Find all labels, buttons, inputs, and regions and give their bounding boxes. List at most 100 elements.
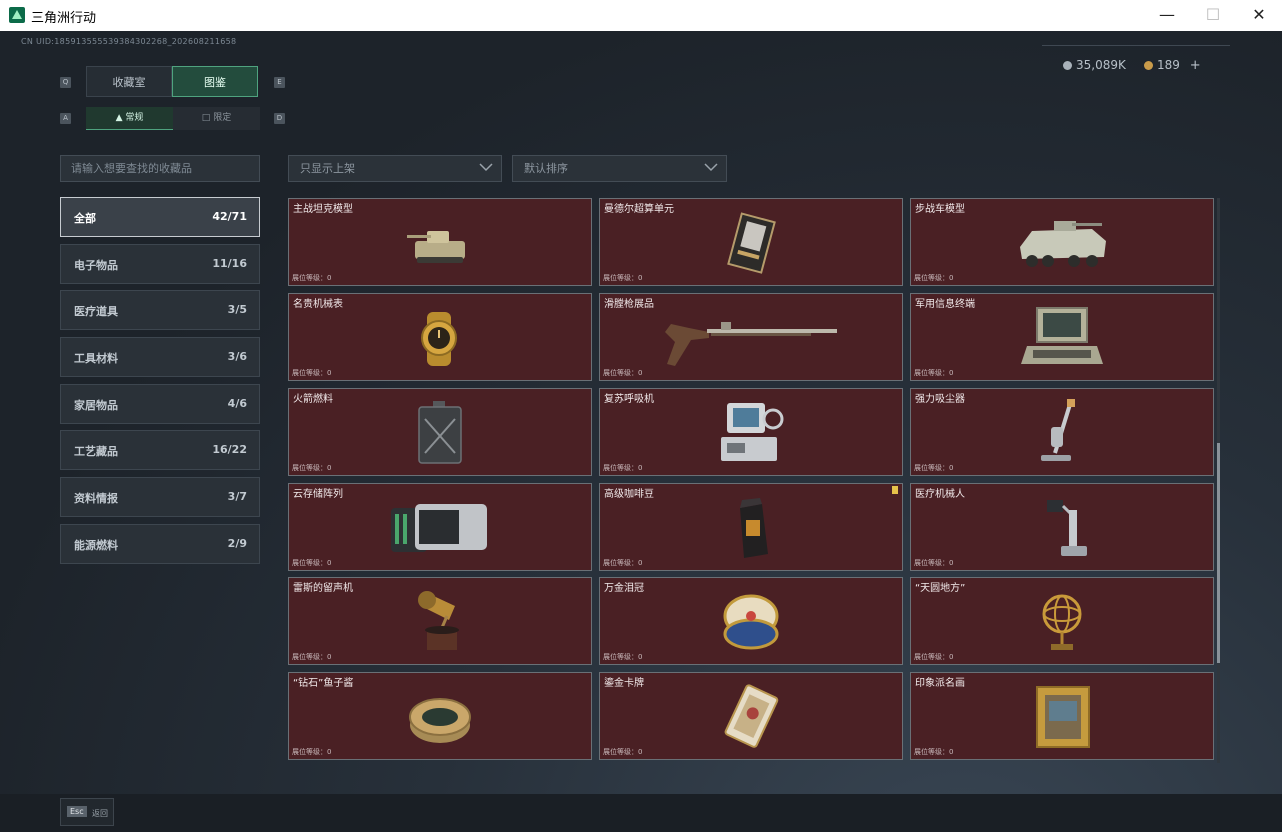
booth-level: 展位等级：0 [603, 464, 643, 472]
booth-level: 展位等级：0 [292, 559, 332, 567]
fuel-canister-icon [418, 401, 462, 464]
vacuum-cleaner-icon [1041, 399, 1075, 461]
category-name: 全部 [74, 212, 96, 225]
booth-level: 展位等级：0 [914, 274, 954, 282]
item-card[interactable]: 名贵机械表 展位等级：0 [288, 293, 592, 381]
item-card[interactable]: 云存储阵列 展位等级：0 [288, 483, 592, 571]
item-name: 曼德尔超算单元 [604, 204, 674, 215]
item-card[interactable]: 印象派名画 展位等级：0 [910, 672, 1214, 760]
category-count: 16/22 [212, 443, 247, 456]
sort-value: 默认排序 [524, 162, 568, 175]
back-label: 返回 [92, 809, 108, 818]
tab-codex[interactable]: 图鉴 [172, 66, 258, 97]
category-count: 2/9 [227, 537, 247, 550]
framed-painting-icon [1036, 686, 1090, 748]
key-hint-q: Q [60, 77, 71, 88]
chevron-down-icon [479, 163, 493, 172]
item-card[interactable]: 高级咖啡豆 展位等级：0 [599, 483, 903, 571]
item-name: 鎏金卡牌 [604, 678, 644, 689]
category-electronics[interactable]: 电子物品 11/16 [60, 244, 260, 284]
booth-level: 展位等级：0 [292, 748, 332, 756]
gold-watch-icon [421, 312, 457, 366]
category-name: 医疗道具 [74, 305, 118, 318]
category-count: 3/6 [227, 350, 247, 363]
item-name: 雷斯的留声机 [293, 583, 353, 594]
item-card[interactable]: 万金泪冠 展位等级：0 [599, 577, 903, 665]
item-card[interactable]: 曼德尔超算单元 展位等级：0 [599, 198, 903, 286]
key-hint-e: E [274, 77, 285, 88]
window-title: 三角洲行动 [31, 11, 97, 26]
item-name: 万金泪冠 [604, 583, 644, 594]
category-count: 4/6 [227, 397, 247, 410]
item-card[interactable]: 滑膛枪展品 展位等级：0 [599, 293, 903, 381]
item-card[interactable]: 军用信息终端 展位等级：0 [910, 293, 1214, 381]
item-card[interactable]: 雷斯的留声机 展位等级：0 [288, 577, 592, 665]
subtab-regular[interactable]: ▲ 常规 [86, 107, 173, 130]
tab-collection-room[interactable]: 收藏室 [86, 66, 172, 97]
category-count: 11/16 [212, 257, 247, 270]
category-count: 3/7 [227, 490, 247, 503]
add-currency-button[interactable]: + [1190, 58, 1201, 73]
item-card[interactable]: 火箭燃料 展位等级：0 [288, 388, 592, 476]
item-name: 名贵机械表 [293, 299, 343, 310]
category-tools[interactable]: 工具材料 3/6 [60, 337, 260, 377]
category-intel[interactable]: 资料情报 3/7 [60, 477, 260, 517]
category-name: 资料情报 [74, 492, 118, 505]
minimize-button[interactable]: — [1144, 0, 1190, 31]
item-card[interactable]: “天圆地方” 展位等级：0 [910, 577, 1214, 665]
gold-coin-icon [1144, 61, 1153, 70]
booth-level: 展位等级：0 [603, 559, 643, 567]
category-energy[interactable]: 能源燃料 2/9 [60, 524, 260, 564]
item-card[interactable]: 鎏金卡牌 展位等级：0 [599, 672, 903, 760]
booth-level: 展位等级：0 [603, 653, 643, 661]
item-card[interactable]: 主战坦克模型 展位等级：0 [288, 198, 592, 286]
booth-level: 展位等级：0 [914, 653, 954, 661]
booth-level: 展位等级：0 [292, 274, 332, 282]
coffee-bag-icon [740, 498, 768, 558]
item-name: “钻石”鱼子酱 [293, 678, 354, 689]
item-card[interactable]: 强力吸尘器 展位等级：0 [910, 388, 1214, 476]
booth-level: 展位等级：0 [292, 464, 332, 472]
gramophone-icon [418, 591, 459, 650]
uid-label: CN UID:18591355553938430226​8_2026082116… [21, 37, 237, 46]
scrollbar-thumb[interactable] [1217, 443, 1220, 663]
silver-coin-icon [1063, 61, 1072, 70]
item-card[interactable]: 医疗机械人 展位等级：0 [910, 483, 1214, 571]
subtab-limited-label: 限定 [213, 113, 232, 123]
armillary-sphere-icon [1042, 594, 1082, 650]
item-name: 火箭燃料 [293, 394, 333, 405]
key-hint-d: D [274, 113, 285, 124]
category-household[interactable]: 家居物品 4/6 [60, 384, 260, 424]
item-card[interactable]: “钻石”鱼子酱 展位等级：0 [288, 672, 592, 760]
category-name: 家居物品 [74, 399, 118, 412]
item-name: 云存储阵列 [293, 489, 343, 500]
item-name: “天圆地方” [915, 583, 966, 594]
booth-level: 展位等级：0 [603, 748, 643, 756]
app-logo-icon [9, 7, 25, 23]
category-medical[interactable]: 医疗道具 3/5 [60, 290, 260, 330]
maximize-button[interactable]: ☐ [1190, 0, 1236, 31]
shelf-filter-value: 只显示上架 [300, 162, 355, 175]
category-name: 工具材料 [74, 352, 118, 365]
category-count: 42/71 [212, 210, 247, 223]
item-card[interactable]: 复苏呼吸机 展位等级：0 [599, 388, 903, 476]
search-input[interactable]: 请输入想要查找的收藏品 [60, 155, 260, 182]
new-item-badge [892, 486, 898, 494]
category-crafts[interactable]: 工艺藏品 16/22 [60, 430, 260, 470]
regular-icon: ▲ [115, 113, 123, 123]
footer-bar [0, 794, 1282, 832]
back-button[interactable]: Esc 返回 [60, 798, 114, 826]
item-name: 强力吸尘器 [915, 394, 965, 405]
ifv-model-icon [1020, 221, 1106, 267]
item-card[interactable]: 步战车模型 展位等级：0 [910, 198, 1214, 286]
category-name: 工艺藏品 [74, 445, 118, 458]
category-all[interactable]: 全部 42/71 [60, 197, 260, 237]
item-name: 医疗机械人 [915, 489, 965, 500]
item-list-scrollbar[interactable] [1217, 198, 1220, 763]
musket-icon [665, 322, 837, 366]
subtab-limited[interactable]: □ 限定 [173, 107, 260, 130]
close-button[interactable]: ✕ [1236, 0, 1282, 31]
sort-dropdown[interactable]: 默认排序 [512, 155, 727, 182]
shelf-filter-dropdown[interactable]: 只显示上架 [288, 155, 502, 182]
booth-level: 展位等级：0 [292, 369, 332, 377]
